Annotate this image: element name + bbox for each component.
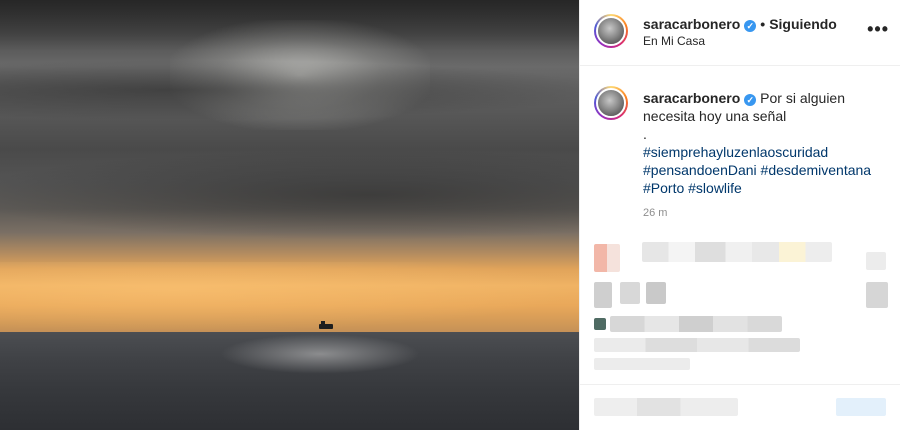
- hashtag-link[interactable]: #siemprehayluzenlaoscuridad: [643, 144, 828, 160]
- post-photo[interactable]: [0, 0, 579, 430]
- post-header: saracarbonero ✓ • Siguiendo En Mi Casa •••: [580, 0, 900, 66]
- redacted-comment: [610, 316, 782, 332]
- redacted-comment: [594, 358, 690, 370]
- caption-separator: .: [643, 126, 647, 142]
- caption-timestamp: 26 m: [643, 207, 668, 219]
- more-options-icon[interactable]: •••: [867, 20, 889, 38]
- follow-status-button[interactable]: Siguiendo: [769, 16, 837, 32]
- redacted-post-button[interactable]: [836, 398, 886, 416]
- separator-dot: •: [760, 16, 766, 32]
- header-username[interactable]: saracarbonero: [643, 16, 740, 32]
- sea-reflection: [220, 334, 420, 374]
- redacted-comment: [646, 282, 666, 304]
- caption-username[interactable]: saracarbonero: [643, 90, 740, 106]
- redacted-comment: [866, 282, 888, 308]
- divider: [580, 384, 900, 385]
- verified-badge-icon: ✓: [744, 20, 757, 32]
- verified-badge-icon: ✓: [744, 94, 757, 106]
- avatar[interactable]: [594, 14, 628, 48]
- redacted-comment-input[interactable]: [594, 398, 738, 416]
- instagram-post: saracarbonero ✓ • Siguiendo En Mi Casa ••• …: [0, 0, 900, 430]
- redacted-comment: [642, 242, 832, 262]
- hashtag-link[interactable]: #desdemiventana: [761, 162, 872, 178]
- hashtag-link[interactable]: #pensandoenDani: [643, 162, 757, 178]
- redacted-comment: [866, 252, 886, 270]
- ship-silhouette: [319, 321, 333, 329]
- post-location[interactable]: En Mi Casa: [643, 34, 705, 48]
- caption-text: saracarbonero ✓ Por si alguien necesita h…: [643, 89, 888, 197]
- post-side-panel: saracarbonero ✓ • Siguiendo En Mi Casa ••• …: [579, 0, 900, 430]
- sunset-glow: [0, 262, 579, 332]
- cloud: [0, 60, 579, 120]
- avatar-image: [596, 16, 626, 46]
- hashtag-link[interactable]: #slowlife: [688, 180, 742, 196]
- avatar-image: [596, 88, 626, 118]
- redacted-comment: [594, 338, 800, 352]
- header-user-line: saracarbonero ✓ • Siguiendo: [643, 16, 837, 32]
- redacted-comment: [594, 244, 620, 272]
- redacted-comment: [594, 318, 606, 330]
- redacted-comment: [620, 282, 640, 304]
- avatar[interactable]: [594, 86, 628, 120]
- redacted-comment: [594, 282, 612, 308]
- hashtag-link[interactable]: #Porto: [643, 180, 684, 196]
- cloud: [0, 150, 579, 240]
